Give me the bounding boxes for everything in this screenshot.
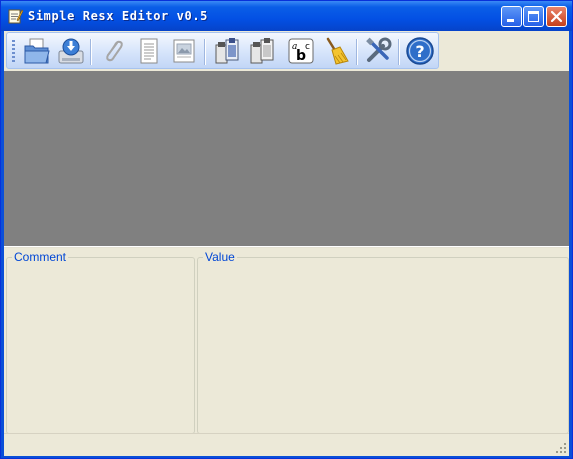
status-bar <box>4 433 569 456</box>
clipboard-copy-icon <box>250 38 274 64</box>
clipboard-add-button[interactable] <box>212 36 242 66</box>
client-area: a b c ? Comment Value <box>4 31 569 456</box>
document-button[interactable] <box>134 36 164 66</box>
attach-button[interactable] <box>98 36 128 66</box>
toolbar-separator <box>356 39 358 65</box>
resource-grid[interactable] <box>4 71 569 246</box>
title-bar[interactable]: Simple Resx Editor v0.5 <box>1 1 572 31</box>
resize-grip-icon[interactable] <box>555 442 567 454</box>
maximize-icon <box>528 11 539 22</box>
value-label: Value <box>203 249 237 265</box>
toolbar-grip[interactable] <box>12 40 15 64</box>
spelling-button[interactable]: a b c <box>286 36 316 66</box>
settings-button[interactable] <box>363 36 393 66</box>
toolbar-separator <box>90 39 92 65</box>
window-title: Simple Resx Editor v0.5 <box>28 9 208 23</box>
comment-panel[interactable]: Comment <box>6 249 195 434</box>
image-button[interactable] <box>169 36 199 66</box>
save-button[interactable] <box>56 36 86 66</box>
save-disk-icon <box>58 38 84 64</box>
abc-spelling-icon: a b c <box>288 38 314 64</box>
image-document-icon <box>173 39 195 63</box>
close-icon <box>550 10 563 23</box>
close-button[interactable] <box>546 6 567 27</box>
value-panel[interactable]: Value <box>197 249 569 434</box>
help-button[interactable]: ? <box>405 36 435 66</box>
clean-button[interactable] <box>321 36 351 66</box>
tools-icon <box>366 37 392 62</box>
broom-icon <box>326 37 349 65</box>
app-window: Simple Resx Editor v0.5 a b c ? Comment … <box>0 0 573 459</box>
toolbar-separator <box>398 39 400 65</box>
clipboard-copy-button[interactable] <box>247 36 277 66</box>
comment-label: Comment <box>12 249 69 265</box>
open-folder-icon <box>24 38 50 64</box>
document-icon <box>140 38 158 64</box>
splitter[interactable] <box>4 246 569 248</box>
clipboard-icon <box>215 38 239 64</box>
paperclip-icon <box>106 40 123 62</box>
open-button[interactable] <box>22 36 52 66</box>
maximize-button[interactable] <box>523 6 544 27</box>
svg-text:?: ? <box>415 42 424 61</box>
notepad-app-icon <box>7 8 24 24</box>
minimize-icon <box>507 19 514 22</box>
help-icon: ? <box>406 37 434 65</box>
svg-text:c: c <box>305 42 310 52</box>
toolbar: a b c ? <box>6 32 439 69</box>
minimize-button[interactable] <box>501 6 522 27</box>
toolbar-separator <box>204 39 206 65</box>
